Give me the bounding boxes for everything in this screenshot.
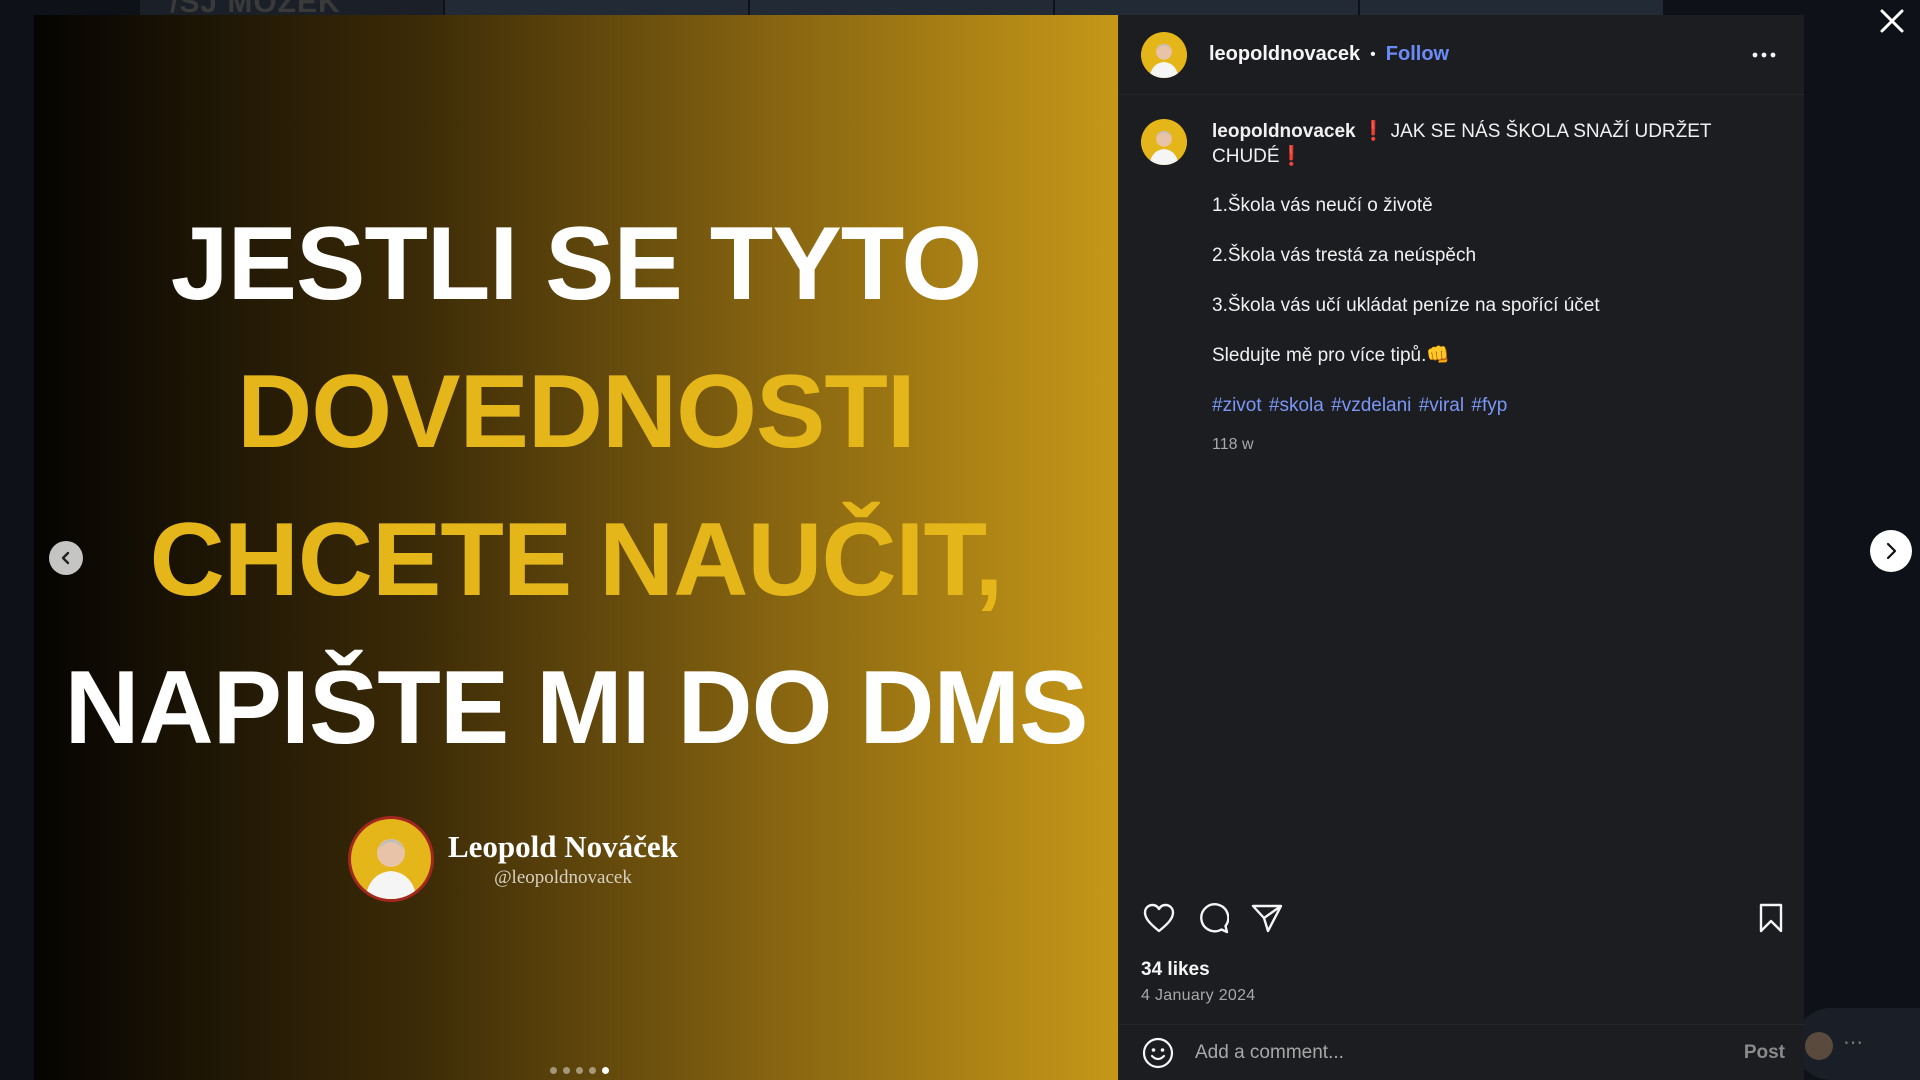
follow-button[interactable]: Follow xyxy=(1386,43,1449,66)
like-button[interactable] xyxy=(1141,900,1177,936)
media-line-3: CHCETE NAUČIT, xyxy=(149,502,1004,618)
media-line-2: DOVEDNOSTI xyxy=(237,354,916,470)
caption-point: 2.Škola vás trestá za neúspěch xyxy=(1212,245,1477,266)
carousel-indicator xyxy=(34,1067,1118,1074)
chevron-left-icon xyxy=(61,551,70,565)
hashtag-link[interactable]: #skola xyxy=(1269,395,1324,416)
post-comment-button[interactable]: Post xyxy=(1744,1042,1785,1064)
exclamation-icon: ❗ xyxy=(1361,121,1386,142)
hashtag-link[interactable]: #fyp xyxy=(1471,395,1507,416)
post-date[interactable]: 4 January 2024 xyxy=(1141,987,1256,1005)
comment-button[interactable] xyxy=(1195,900,1231,936)
send-icon xyxy=(1251,904,1283,933)
more-icon: ⋯ xyxy=(1843,1032,1863,1054)
caption-point: Sledujte mě pro více tipů.👊 xyxy=(1212,345,1451,366)
person-photo xyxy=(1149,43,1179,78)
caption-avatar[interactable] xyxy=(1141,119,1187,165)
caption-point: 3.Škola vás učí ukládat peníze na spoříc… xyxy=(1212,295,1600,316)
background-chat-bubble[interactable]: ⋯ xyxy=(1795,1008,1920,1080)
save-button[interactable] xyxy=(1753,900,1789,936)
media-line-4: NAPIŠTE MI DO DMS xyxy=(64,650,1088,766)
header-separator: • xyxy=(1370,45,1376,63)
emoji-icon xyxy=(1142,1037,1174,1068)
header-username[interactable]: leopoldnovacek xyxy=(1209,43,1360,66)
hashtag-link[interactable]: #vzdelani xyxy=(1331,395,1411,416)
bookmark-icon xyxy=(1759,903,1783,933)
carousel-dot xyxy=(562,1067,570,1074)
post-time-ago[interactable]: 118 w xyxy=(1212,432,1781,457)
author-name: Leopold Nováček xyxy=(448,829,678,864)
caption-username[interactable]: leopoldnovacek xyxy=(1212,121,1356,142)
carousel-dot-active xyxy=(601,1067,609,1074)
more-options-icon xyxy=(1752,52,1776,57)
caption-point: 1.Škola vás neučí o životě xyxy=(1212,195,1433,216)
comment-bar: Post xyxy=(1119,1024,1805,1080)
hashtag-link[interactable]: #viral xyxy=(1419,395,1464,416)
media-line-1: JESTLI SE TYTO xyxy=(170,206,982,322)
author-badge: Leopold Nováček @leopoldnovacek xyxy=(348,816,678,902)
background-feed-cell xyxy=(1360,0,1665,16)
share-button[interactable] xyxy=(1249,900,1285,936)
background-feed-cell xyxy=(445,0,750,16)
background-feed-cell xyxy=(750,0,1055,16)
carousel-dot xyxy=(549,1067,557,1074)
post-modal: JESTLI SE TYTO DOVEDNOSTI CHCETE NAUČIT,… xyxy=(34,15,1805,1080)
post-caption: leopoldnovacek ❗ JAK SE NÁS ŠKOLA SNAŽÍ U… xyxy=(1141,119,1781,457)
chevron-right-icon xyxy=(1886,542,1897,560)
carousel-dot xyxy=(588,1067,596,1074)
post-media: JESTLI SE TYTO DOVEDNOSTI CHCETE NAUČIT,… xyxy=(34,15,1118,1080)
comment-input[interactable] xyxy=(1195,1041,1744,1064)
hashtag-link[interactable]: #zivot xyxy=(1212,395,1262,416)
author-handle: @leopoldnovacek xyxy=(494,867,632,888)
likes-count[interactable]: 34 likes xyxy=(1141,959,1210,981)
exclamation-icon: ❗ xyxy=(1279,146,1304,167)
close-button[interactable] xyxy=(1875,4,1909,38)
previous-slide-button[interactable] xyxy=(49,541,83,575)
heart-icon xyxy=(1143,903,1175,933)
next-post-button[interactable] xyxy=(1870,530,1912,572)
person-photo xyxy=(365,839,417,899)
person-photo xyxy=(1149,130,1179,165)
background-feed-cell xyxy=(1055,0,1360,16)
post-details-panel: leopoldnovacek • Follow leopoldnovacek ❗… xyxy=(1118,15,1805,1080)
close-icon xyxy=(1880,9,1904,33)
background-feed: /SJ MOZEK xyxy=(140,0,1665,19)
hashtags: #zivot #skola #vzdelani #viral #fyp xyxy=(1212,393,1781,418)
author-avatar xyxy=(348,816,434,902)
more-options-button[interactable] xyxy=(1744,35,1784,75)
emoji-button[interactable] xyxy=(1141,1036,1175,1070)
post-actions xyxy=(1141,898,1789,938)
comment-icon xyxy=(1200,903,1229,934)
carousel-dot xyxy=(575,1067,583,1074)
avatar[interactable] xyxy=(1141,31,1187,78)
background-avatar xyxy=(1805,1032,1833,1060)
post-header: leopoldnovacek • Follow xyxy=(1119,15,1804,95)
